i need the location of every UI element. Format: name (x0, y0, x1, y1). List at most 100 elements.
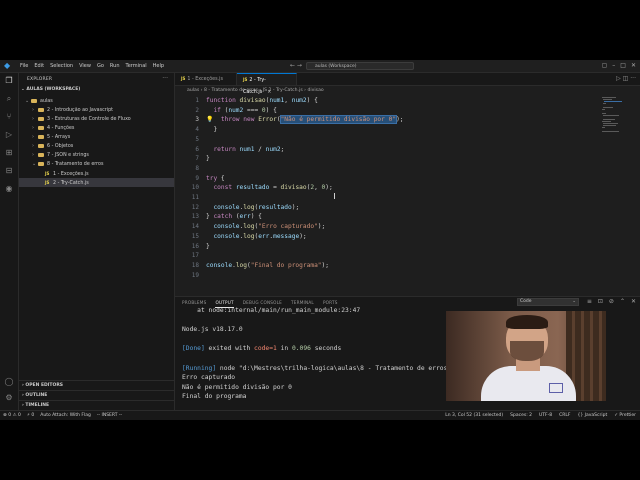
minimap[interactable] (598, 95, 628, 135)
section-label: TIMELINE (25, 403, 50, 408)
maximize-icon[interactable]: □ (620, 60, 626, 72)
more-actions-icon[interactable]: ··· (162, 75, 168, 82)
javascript-file-icon: JS (45, 180, 50, 185)
indentation[interactable]: Spaces: 2 (510, 411, 532, 420)
line-number: 19 (191, 271, 199, 279)
javascript-file-icon: JS (181, 76, 186, 81)
run-debug-icon[interactable]: ▷ (4, 130, 14, 140)
menu-help[interactable]: Help (150, 60, 167, 72)
window-controls: ▢ – □ ✕ (602, 60, 636, 72)
tree-item-label: 6 - Objetos (47, 144, 74, 149)
mouse-cursor (334, 193, 335, 199)
menu-edit[interactable]: Edit (31, 60, 47, 72)
folder-icon (38, 161, 44, 166)
tab-label: 1 - Exceções.js (187, 77, 223, 82)
timeline-section[interactable]: › TIMELINE (19, 400, 174, 410)
line-number: 9 (195, 174, 199, 182)
tab-excecoes[interactable]: JS 1 - Exceções.js (175, 73, 237, 85)
minimize-icon[interactable]: – (612, 60, 615, 72)
auto-attach-indicator[interactable]: Auto Attach: With Flag (40, 411, 91, 420)
folder-icon (38, 134, 44, 139)
nav-arrows-icon[interactable]: ← → (290, 62, 302, 70)
tree-item-folder[interactable]: › 5 - Arrays (19, 133, 174, 142)
line-number: 16 (191, 242, 199, 250)
menu-terminal[interactable]: Terminal (123, 60, 150, 72)
code-line-current: throw new Error("Não é permitido divisão… (220, 115, 404, 125)
code-line: return num1 / num2; (213, 145, 285, 153)
line-number: 6 (195, 145, 199, 153)
more-actions-icon[interactable]: ··· (630, 75, 636, 82)
menu-view[interactable]: View (76, 60, 94, 72)
close-icon[interactable]: ✕ (631, 60, 636, 72)
outline-section[interactable]: › OUTLINE (19, 390, 174, 400)
section-label: OUTLINE (25, 393, 48, 398)
remote-icon[interactable]: ⊟ (4, 166, 14, 176)
output-channel-select[interactable]: Code ⌄ (517, 298, 579, 306)
tree-item-folder[interactable]: › 3 - Estruturas de Controle de Fluxo (19, 115, 174, 124)
menu-selection[interactable]: Selection (47, 60, 76, 72)
cursor-position[interactable]: Ln 3, Col 52 (31 selected) (445, 411, 503, 420)
menu-run[interactable]: Run (107, 60, 123, 72)
workspace-header[interactable]: ⌄ AULAS (WORKSPACE) (21, 87, 80, 92)
tree-item-folder[interactable]: › 2 - Introdução ao Javascript (19, 106, 174, 115)
menu-bar: File Edit Selection View Go Run Terminal… (17, 60, 167, 72)
settings-gear-icon[interactable]: ⚙ (4, 393, 14, 403)
tree-item-label: 1 - Exceções.js (53, 172, 89, 177)
explorer-icon[interactable]: ❐ (4, 76, 14, 86)
code-line: try { (206, 174, 225, 182)
sidebar-bottom-sections: › OPEN EDITORS › OUTLINE › TIMELINE (19, 380, 174, 410)
tree-item-label: 5 - Arrays (47, 135, 71, 140)
tab-try-catch[interactable]: JS 2 - Try-Catch.js × (237, 73, 297, 95)
extensions-icon[interactable]: ⊞ (4, 148, 14, 158)
tree-item-label: aulas (40, 99, 53, 104)
tree-item-label: 2 - Try-Catch.js (53, 181, 89, 186)
chevron-down-icon: ⌄ (572, 299, 576, 304)
lightbulb-icon[interactable]: 💡 (206, 116, 213, 123)
split-editor-icon[interactable]: ◫ (623, 75, 629, 82)
tree-item-folder[interactable]: › 6 - Objetos (19, 142, 174, 151)
shirt-logo (549, 383, 563, 393)
vscode-window: ◆ File Edit Selection View Go Run Termin… (0, 60, 640, 420)
line-number: 18 (191, 261, 199, 269)
problems-indicator[interactable]: ⊗ 0 ⚠ 0 (3, 411, 21, 420)
menu-file[interactable]: File (17, 60, 31, 72)
tree-item-folder[interactable]: › 4 - Funções (19, 124, 174, 133)
tree-item-folder[interactable]: › 7 - JSON e strings (19, 151, 174, 160)
prettier-status[interactable]: ✓ Prettier (614, 411, 636, 420)
tree-item-aulas[interactable]: ⌄ aulas (19, 97, 174, 106)
tree-item-folder[interactable]: ⌄ 8 - Tratamento de erros (19, 160, 174, 169)
webcam-overlay (446, 311, 606, 401)
testing-icon[interactable]: ◉ (4, 184, 14, 194)
language-mode[interactable]: {} JavaScript (578, 411, 608, 420)
line-number: 17 (191, 252, 199, 260)
code-line: console.log("Erro capturado"); (213, 223, 326, 231)
line-number: 14 (191, 223, 199, 231)
open-editors-section[interactable]: › OPEN EDITORS (19, 380, 174, 390)
code-line: console.log(err.message); (213, 232, 307, 240)
command-center-search[interactable]: aulas (Workspace) (306, 62, 414, 70)
folder-icon (38, 152, 44, 157)
line-number: 1 (195, 97, 199, 104)
folder-icon (38, 143, 44, 148)
activity-bar: ❐ ⌕ ⑂ ▷ ⊞ ⊟ ◉ ◯ ⚙ (0, 73, 19, 410)
line-ending[interactable]: CRLF (559, 411, 570, 420)
tree-item-file-selected[interactable]: JS 2 - Try-Catch.js (19, 178, 174, 187)
code-line: function divisao(num1, num2) { (206, 97, 318, 104)
tree-item-file[interactable]: JS 1 - Exceções.js (19, 169, 174, 178)
code-editor[interactable]: 1 2 3 4 5 6 7 8 9 10 11 12 13 14 15 16 1… (175, 96, 595, 296)
layout-icon[interactable]: ▢ (602, 60, 608, 72)
line-number: 4 (195, 126, 199, 134)
vim-mode-indicator: -- INSERT -- (96, 413, 123, 418)
editor-actions: ▷ ◫ ··· (616, 73, 636, 85)
search-icon[interactable]: ⌕ (4, 94, 14, 104)
account-icon[interactable]: ◯ (4, 377, 14, 387)
tree-item-label: 3 - Estruturas de Controle de Fluxo (47, 117, 131, 122)
ports-indicator[interactable]: ⚡ 0 (27, 411, 34, 420)
line-number: 12 (191, 203, 199, 211)
status-left: ⊗ 0 ⚠ 0 ⚡ 0 Auto Attach: With Flag -- IN… (3, 411, 122, 420)
menu-go[interactable]: Go (94, 60, 107, 72)
encoding[interactable]: UTF-8 (539, 411, 552, 420)
breadcrumb[interactable]: aulas › 8 - Tratamento de erros › JS 2 -… (187, 87, 324, 95)
source-control-icon[interactable]: ⑂ (4, 112, 14, 122)
run-code-icon[interactable]: ▷ (616, 75, 621, 82)
